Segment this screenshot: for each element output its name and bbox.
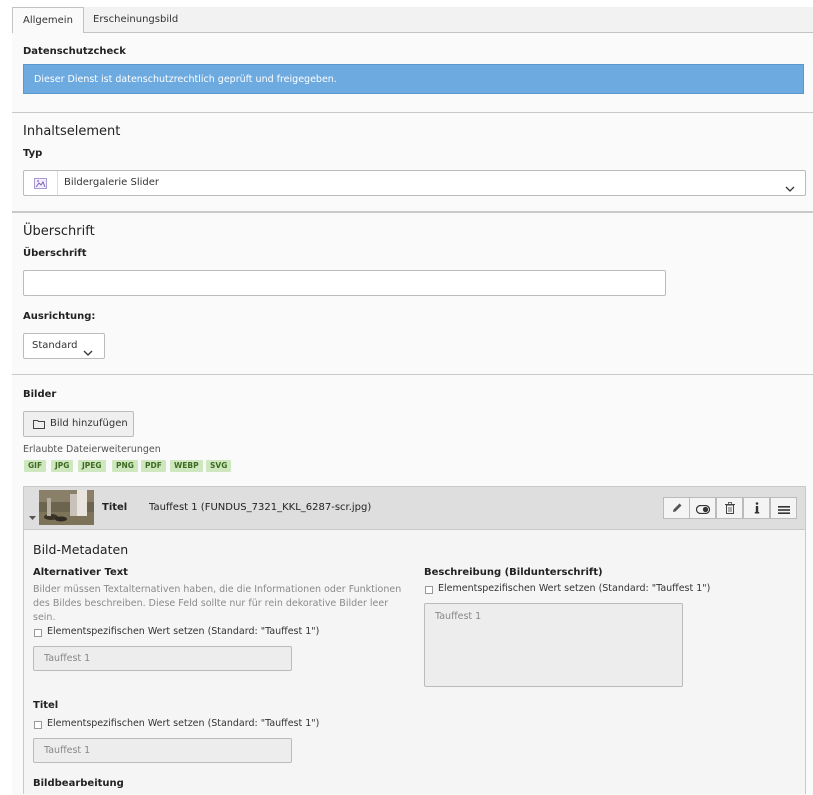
description-textarea[interactable]: Tauffest 1: [424, 603, 683, 687]
type-select[interactable]: Bildergalerie Slider: [23, 170, 806, 196]
file-title-label: Titel: [102, 502, 128, 513]
gallery-icon: [24, 171, 58, 195]
drag-handle-button[interactable]: [770, 497, 797, 519]
title-input[interactable]: Tauffest 1: [33, 738, 292, 763]
description-override-checkbox[interactable]: [425, 586, 433, 594]
tab-bar: Allgemein Erscheinungsbild: [12, 7, 813, 34]
alignment-select[interactable]: Standard: [23, 333, 105, 359]
alt-override-checkbox[interactable]: [34, 629, 42, 637]
type-select-value: Bildergalerie Slider: [64, 177, 159, 188]
heading-section-title: Überschrift: [23, 224, 95, 239]
content-element-panel: [12, 112, 813, 211]
tab-allgemein[interactable]: Allgemein: [12, 7, 84, 34]
image-thumbnail: [39, 490, 94, 525]
alt-text-input[interactable]: Tauffest 1: [33, 646, 292, 671]
toggle-visibility-button[interactable]: [689, 497, 716, 519]
title-field-label: Titel: [33, 700, 59, 711]
alt-override-label: Elementspezifischen Wert setzen (Standar…: [47, 626, 320, 637]
metadata-title: Bild-Metadaten: [33, 542, 129, 557]
caret-down-icon[interactable]: [29, 506, 36, 525]
content-element-title: Inhaltselement: [23, 124, 121, 139]
toggle-icon: [695, 499, 710, 518]
drag-handle-icon: [777, 499, 790, 518]
type-label: Typ: [23, 148, 43, 159]
alt-text-label: Alternativer Text: [33, 567, 128, 578]
add-image-button[interactable]: Bild hinzufügen: [23, 411, 134, 437]
extension-badge: PDF: [141, 460, 166, 472]
trash-icon: [724, 499, 735, 518]
extension-badge: WEBP: [170, 460, 203, 472]
privacy-label: Datenschutzcheck: [23, 46, 126, 57]
extension-badge: GIF: [24, 460, 47, 472]
extension-badge: JPEG: [78, 460, 106, 472]
tab-erscheinungsbild[interactable]: Erscheinungsbild: [83, 7, 188, 32]
description-override-label: Elementspezifischen Wert setzen (Standar…: [438, 583, 711, 594]
add-image-label: Bild hinzufügen: [50, 418, 128, 429]
alt-text-help: Bilder müssen Textalternativen haben, di…: [33, 584, 402, 623]
delete-button[interactable]: [716, 497, 743, 519]
privacy-info-box: Dieser Dienst ist datenschutzrechtlich g…: [23, 64, 804, 94]
title-override-label: Elementspezifischen Wert setzen (Standar…: [47, 718, 320, 729]
chevron-down-icon: [83, 342, 93, 361]
edit-icon: [671, 499, 683, 518]
images-label: Bilder: [23, 389, 57, 400]
alignment-select-value: Standard: [32, 340, 78, 351]
file-name: Tauffest 1 (FUNDUS_7321_KKL_6287-scr.jpg…: [149, 502, 372, 513]
info-button[interactable]: [743, 497, 770, 519]
heading-field-label: Überschrift: [23, 248, 87, 259]
allowed-extensions-label: Erlaubte Dateierweiterungen: [23, 444, 161, 455]
title-override-checkbox[interactable]: [34, 721, 42, 729]
image-processing-label: Bildbearbeitung: [33, 778, 124, 789]
edit-button[interactable]: [663, 497, 690, 519]
chevron-down-icon: [785, 178, 795, 197]
folder-icon: [33, 419, 45, 432]
alignment-label: Ausrichtung:: [23, 311, 96, 322]
extension-badge: JPG: [51, 460, 74, 472]
heading-input[interactable]: [23, 270, 666, 296]
info-icon: [754, 499, 760, 518]
description-label: Beschreibung (Bildunterschrift): [424, 567, 603, 578]
extension-badge: PNG: [112, 460, 138, 472]
extension-badge: SVG: [206, 460, 232, 472]
